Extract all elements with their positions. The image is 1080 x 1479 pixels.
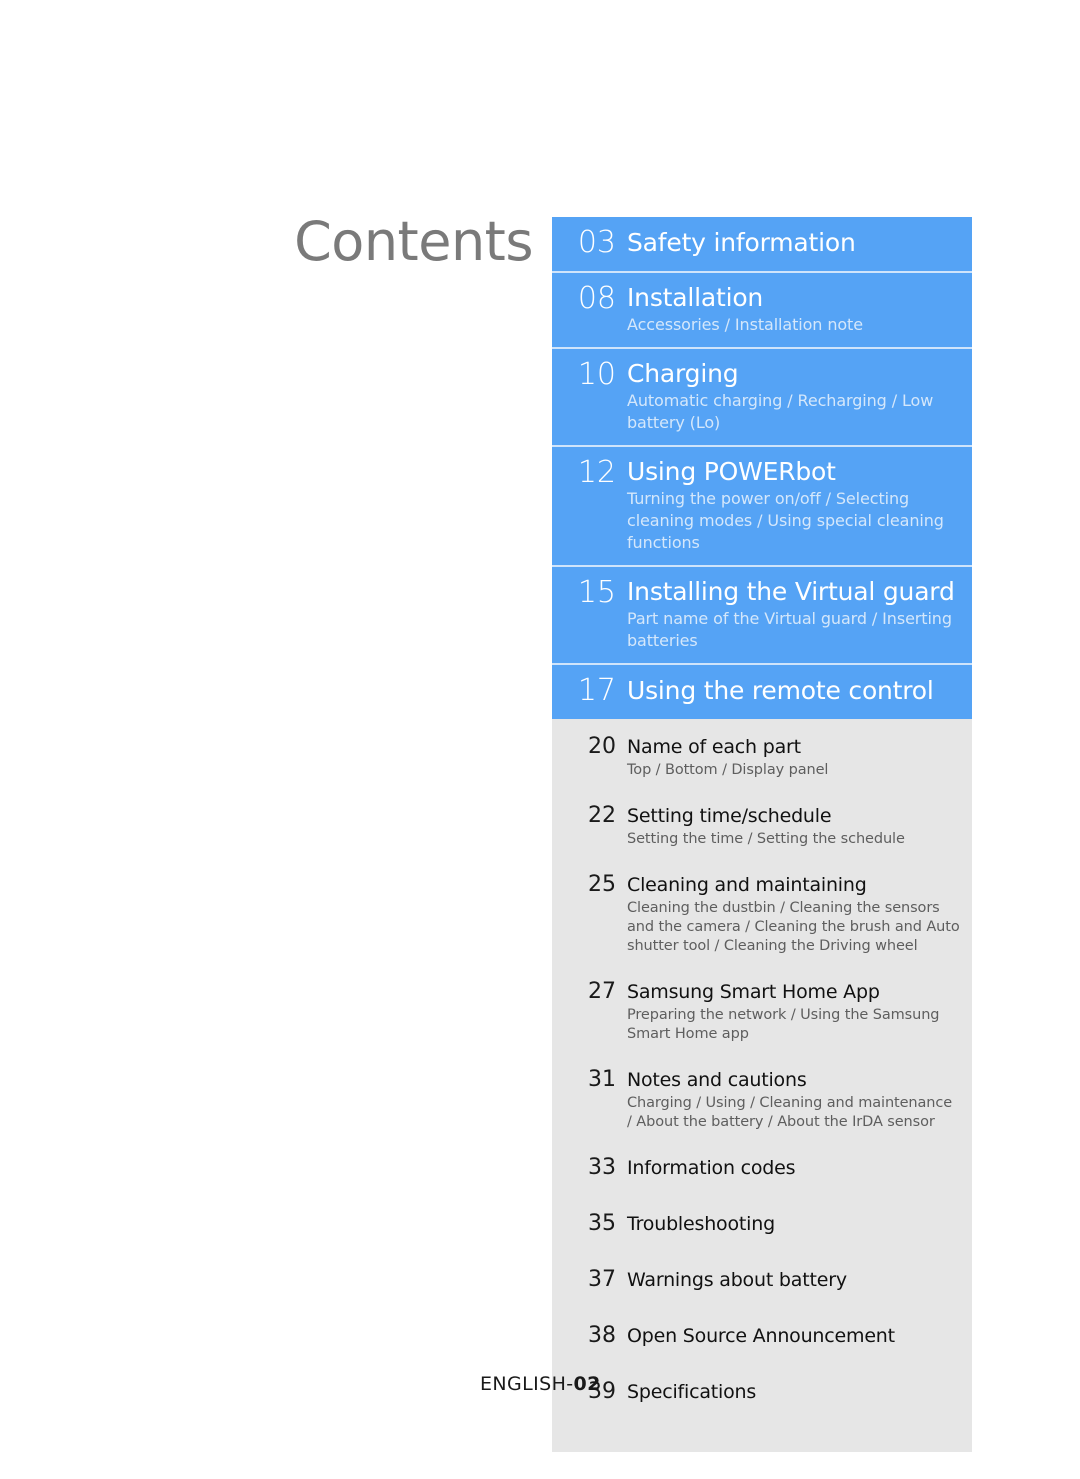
toc-entry-page-number: 33 bbox=[588, 1155, 616, 1180]
toc-entry-title: Troubleshooting bbox=[627, 1213, 775, 1235]
toc-entry-body: Troubleshooting bbox=[616, 1210, 960, 1238]
toc-entry-page-number: 38 bbox=[588, 1323, 616, 1348]
toc-entry[interactable]: 08 Installation Accessories / Installati… bbox=[552, 273, 972, 349]
toc-entry-body: Setting time/schedule Setting the time /… bbox=[616, 802, 960, 849]
toc-entry-body: Using the remote control bbox=[616, 674, 960, 708]
toc-entry-page-number: 20 bbox=[588, 734, 616, 759]
toc-entry-title: Specifications bbox=[627, 1381, 757, 1403]
toc-entry-title: Name of each part bbox=[627, 736, 801, 758]
toc-entry-title: Samsung Smart Home App bbox=[627, 981, 880, 1003]
toc-entry-body: Using POWERbot Turning the power on/off … bbox=[616, 456, 960, 554]
toc-entry-page-number: 15 bbox=[577, 575, 616, 610]
toc-entry-subtitle: Accessories / Installation note bbox=[627, 315, 863, 334]
toc-entry-title: Installation bbox=[627, 283, 764, 312]
toc-entry-subtitle: Cleaning the dustbin / Cleaning the sens… bbox=[627, 900, 960, 954]
toc-entry[interactable]: 35 Troubleshooting bbox=[552, 1210, 972, 1238]
toc-entry-title: Using the remote control bbox=[627, 676, 934, 705]
toc-entry-title: Installing the Virtual guard bbox=[627, 577, 955, 606]
toc-entry-title: Using POWERbot bbox=[627, 457, 836, 486]
toc-entry-title: Notes and cautions bbox=[627, 1069, 807, 1091]
toc-entry[interactable]: 31 Notes and cautions Charging / Using /… bbox=[552, 1066, 972, 1132]
footer-language-label: ENGLISH- bbox=[480, 1373, 574, 1395]
toc-entry-body: Specifications bbox=[616, 1378, 960, 1406]
toc-entry[interactable]: 39 Specifications bbox=[552, 1378, 972, 1406]
toc-entry-title: Safety information bbox=[627, 228, 856, 257]
toc-entry[interactable]: 17 Using the remote control bbox=[552, 665, 972, 719]
footer-page-number: 02 bbox=[573, 1373, 601, 1395]
toc-entry-subtitle: Turning the power on/off / Selecting cle… bbox=[627, 489, 944, 552]
toc-entry-page-number: 37 bbox=[588, 1267, 616, 1292]
toc-entry[interactable]: 12 Using POWERbot Turning the power on/o… bbox=[552, 447, 972, 567]
toc-entry[interactable]: 25 Cleaning and maintaining Cleaning the… bbox=[552, 871, 972, 956]
toc-entry-title: Cleaning and maintaining bbox=[627, 874, 867, 896]
toc-entry-title: Warnings about battery bbox=[627, 1269, 847, 1291]
toc-entry-page-number: 10 bbox=[577, 357, 616, 392]
toc-entry-subtitle: Preparing the network / Using the Samsun… bbox=[627, 1007, 940, 1042]
toc-entry[interactable]: 27 Samsung Smart Home App Preparing the … bbox=[552, 978, 972, 1044]
toc-entry-body: Charging Automatic charging / Recharging… bbox=[616, 358, 960, 434]
toc-entry-body: Installing the Virtual guard Part name o… bbox=[616, 576, 960, 652]
toc-entry-page-number: 35 bbox=[588, 1211, 616, 1236]
toc-entry-page-number: 25 bbox=[588, 872, 616, 897]
toc-entry-subtitle: Automatic charging / Recharging / Low ba… bbox=[627, 391, 934, 432]
toc-entry-body: Cleaning and maintaining Cleaning the du… bbox=[616, 871, 960, 956]
toc-entry-page-number: 17 bbox=[577, 673, 616, 708]
toc-entry-title: Charging bbox=[627, 359, 739, 388]
toc-entry-title: Open Source Announcement bbox=[627, 1325, 895, 1347]
toc-entry-body: Installation Accessories / Installation … bbox=[616, 282, 960, 336]
toc-entry[interactable]: 22 Setting time/schedule Setting the tim… bbox=[552, 802, 972, 849]
toc-entry-body: Notes and cautions Charging / Using / Cl… bbox=[616, 1066, 960, 1132]
toc-entry-subtitle: Setting the time / Setting the schedule bbox=[627, 831, 905, 847]
toc-entry-page-number: 08 bbox=[577, 281, 616, 316]
toc-entry[interactable]: 03 Safety information bbox=[552, 217, 972, 273]
toc-entry-body: Information codes bbox=[616, 1154, 960, 1182]
toc-entry-body: Warnings about battery bbox=[616, 1266, 960, 1294]
toc-entry[interactable]: 37 Warnings about battery bbox=[552, 1266, 972, 1294]
toc-entry-body: Name of each part Top / Bottom / Display… bbox=[616, 733, 960, 780]
toc-entry-page-number: 03 bbox=[577, 225, 616, 260]
toc-entry-page-number: 31 bbox=[588, 1067, 616, 1092]
toc-entry[interactable]: 15 Installing the Virtual guard Part nam… bbox=[552, 567, 972, 665]
page-title: Contents bbox=[294, 210, 533, 273]
toc-entry-subtitle: Charging / Using / Cleaning and maintena… bbox=[627, 1095, 953, 1130]
toc-entry-subtitle: Top / Bottom / Display panel bbox=[627, 762, 829, 778]
toc-entry-title: Information codes bbox=[627, 1157, 796, 1179]
toc-entry[interactable]: 38 Open Source Announcement bbox=[552, 1322, 972, 1350]
toc-entry[interactable]: 33 Information codes bbox=[552, 1154, 972, 1182]
toc-entry-page-number: 27 bbox=[588, 979, 616, 1004]
toc-standard-section: 20 Name of each part Top / Bottom / Disp… bbox=[552, 719, 972, 1452]
toc-entry[interactable]: 10 Charging Automatic charging / Recharg… bbox=[552, 349, 972, 447]
toc-entry-page-number: 12 bbox=[577, 455, 616, 490]
toc-entry-title: Setting time/schedule bbox=[627, 805, 832, 827]
toc-highlighted-section: 03 Safety information 08 Installation Ac… bbox=[552, 217, 972, 719]
document-page: Contents 03 Safety information 08 Instal… bbox=[0, 0, 1080, 1479]
toc-entry-body: Open Source Announcement bbox=[616, 1322, 960, 1350]
table-of-contents: 03 Safety information 08 Installation Ac… bbox=[552, 217, 972, 1452]
toc-entry[interactable]: 20 Name of each part Top / Bottom / Disp… bbox=[552, 733, 972, 780]
toc-entry-body: Safety information bbox=[616, 226, 960, 260]
page-footer: ENGLISH-02 bbox=[480, 1373, 601, 1395]
toc-entry-body: Samsung Smart Home App Preparing the net… bbox=[616, 978, 960, 1044]
toc-entry-subtitle: Part name of the Virtual guard / Inserti… bbox=[627, 609, 952, 650]
toc-entry-page-number: 22 bbox=[588, 803, 616, 828]
